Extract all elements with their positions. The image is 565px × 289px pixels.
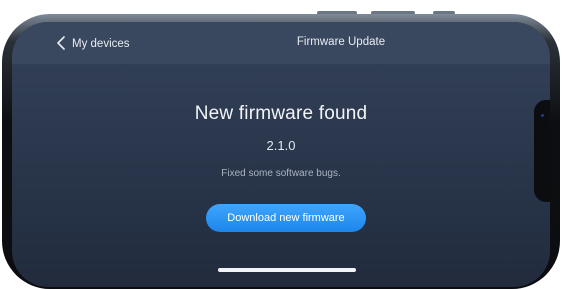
navigation-bar: My devices Firmware Update — [12, 22, 550, 64]
camera-notch — [534, 100, 550, 202]
front-camera-icon — [541, 114, 544, 117]
home-indicator[interactable] — [218, 268, 356, 272]
download-firmware-button[interactable]: Download new firmware — [206, 204, 366, 232]
release-notes: Fixed some software bugs. — [221, 168, 341, 179]
firmware-headline: New firmware found — [194, 103, 368, 124]
page-title: Firmware Update — [296, 36, 386, 48]
phone-screen: My devices Firmware Update New firmware … — [12, 22, 550, 287]
firmware-version: 2.1.0 — [266, 138, 296, 153]
